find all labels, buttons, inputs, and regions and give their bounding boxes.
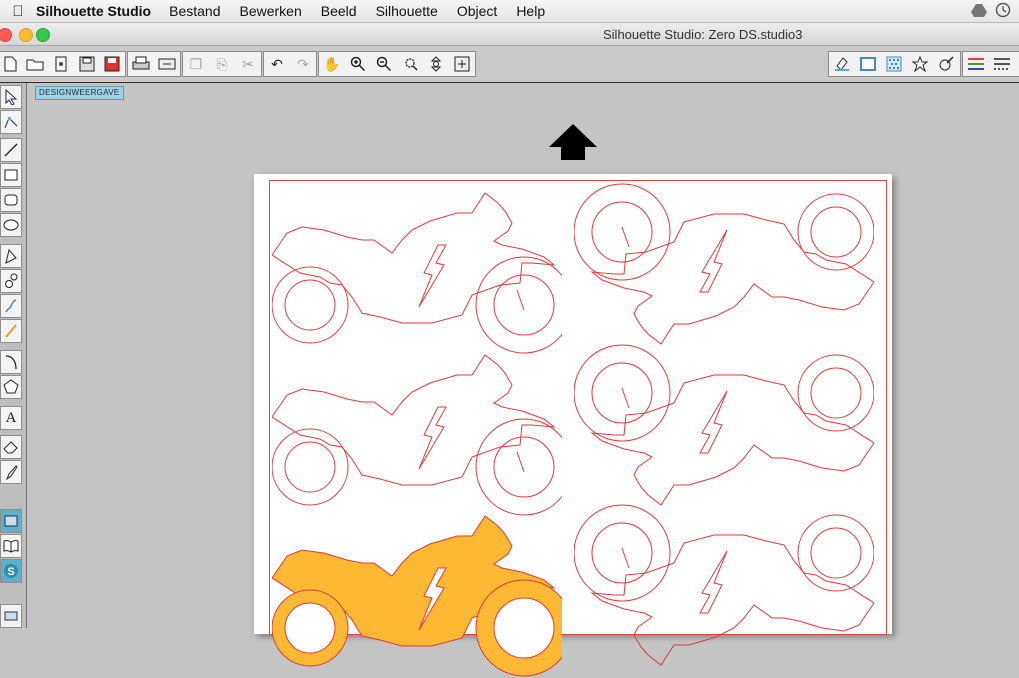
save-icon[interactable]: [74, 52, 100, 76]
print-tools-group: [127, 51, 181, 77]
window-title: Silhouette Studio: Zero DS.studio3: [603, 27, 803, 42]
line-tool-icon[interactable]: [0, 138, 22, 162]
polygon-tool-icon[interactable]: [0, 244, 22, 268]
apple-menu-icon[interactable]: : [0, 3, 36, 20]
drive-status-icon[interactable]: [971, 3, 987, 20]
zoom-window-button[interactable]: [36, 28, 50, 42]
feed-direction-arrow-icon: [549, 124, 597, 160]
smooth-freehand-tool-icon[interactable]: [0, 319, 22, 343]
menu-silhouette[interactable]: Silhouette: [376, 3, 438, 19]
motorcycle-shape-mirrored[interactable]: [574, 503, 874, 673]
sync-status-icon[interactable]: [995, 2, 1011, 21]
pan-hand-icon[interactable]: ✋: [319, 52, 345, 76]
app-menu[interactable]: Silhouette Studio: [36, 3, 151, 19]
text-tool-icon[interactable]: A: [0, 406, 22, 430]
design-view-icon[interactable]: [0, 509, 22, 533]
fill-color-icon[interactable]: [829, 52, 855, 76]
rectangle-tool-icon[interactable]: [0, 163, 22, 187]
fill-pattern-icon[interactable]: [881, 52, 907, 76]
ellipse-tool-icon[interactable]: [0, 213, 22, 237]
knife-tool-icon[interactable]: [0, 460, 22, 484]
edit-points-tool-icon[interactable]: [0, 110, 22, 134]
zoom-drag-icon[interactable]: [423, 52, 449, 76]
save-to-library-icon[interactable]: [99, 52, 125, 76]
line-style-group: [962, 51, 1019, 77]
main-toolbar: ❐ ⎘ ✂ ↶ ↷ ✋: [0, 46, 1019, 83]
select-tool-icon[interactable]: [0, 85, 22, 109]
menu-object[interactable]: Object: [457, 3, 497, 19]
left-tool-palette: A S: [0, 83, 27, 628]
paste-icon[interactable]: ⎘: [209, 52, 235, 76]
send-to-cutter-icon[interactable]: [154, 52, 180, 76]
close-window-button[interactable]: [0, 28, 12, 42]
eraser-tool-icon[interactable]: [0, 435, 22, 459]
panel-tools-group: [828, 51, 961, 77]
design-view-tab[interactable]: DESIGNWEERGAVE: [35, 86, 124, 100]
history-tools-group: ↶ ↷: [263, 51, 317, 77]
menu-bewerken[interactable]: Bewerken: [239, 3, 301, 19]
menu-bestand[interactable]: Bestand: [169, 3, 220, 19]
file-tools-group: [0, 51, 126, 77]
line-type-icon[interactable]: [989, 52, 1015, 76]
zoom-out-icon[interactable]: [371, 52, 397, 76]
sketch-pen-icon[interactable]: [933, 52, 959, 76]
freehand-tool-icon[interactable]: [0, 294, 22, 318]
clipboard-tools-group: ❐ ⎘ ✂: [182, 51, 262, 77]
shadow-icon[interactable]: [907, 52, 933, 76]
svg-text:S: S: [7, 566, 14, 578]
rounded-rectangle-tool-icon[interactable]: [0, 188, 22, 212]
zoom-selection-icon[interactable]: [397, 52, 423, 76]
open-folder-icon[interactable]: [23, 52, 49, 76]
motorcycle-shape-selected[interactable]: [272, 508, 562, 678]
menu-help[interactable]: Help: [516, 3, 545, 19]
curve-tool-icon[interactable]: [0, 269, 22, 293]
minimize-window-button[interactable]: [19, 28, 33, 42]
window-title-bar: Silhouette Studio: Zero DS.studio3: [0, 23, 1019, 46]
menu-bar:  Silhouette Studio Bestand Bewerken Bee…: [0, 0, 1019, 23]
cut-icon[interactable]: ✂: [235, 52, 261, 76]
line-color-icon[interactable]: [855, 52, 881, 76]
silhouette-store-icon[interactable]: S: [0, 559, 22, 583]
new-file-icon[interactable]: [0, 52, 23, 76]
regular-polygon-tool-icon[interactable]: [0, 375, 22, 399]
motorcycle-shape[interactable]: [272, 347, 562, 517]
copy-icon[interactable]: ❐: [183, 52, 209, 76]
line-style-icon[interactable]: [963, 52, 989, 76]
menu-beeld[interactable]: Beeld: [321, 3, 357, 19]
motorcycle-shape-mirrored[interactable]: [574, 343, 874, 513]
view-tools-group: ✋: [318, 51, 476, 77]
redo-icon[interactable]: ↷: [290, 52, 316, 76]
motorcycle-shape-mirrored[interactable]: [574, 182, 874, 352]
arc-tool-icon[interactable]: [0, 350, 22, 374]
undo-icon[interactable]: ↶: [264, 52, 290, 76]
fit-to-page-icon[interactable]: [449, 52, 475, 76]
library-book-icon[interactable]: [0, 534, 22, 558]
print-icon[interactable]: [128, 52, 154, 76]
send-panel-icon[interactable]: [0, 604, 22, 628]
zoom-in-icon[interactable]: [345, 52, 371, 76]
motorcycle-shape[interactable]: [272, 185, 562, 355]
library-icon[interactable]: [48, 52, 74, 76]
